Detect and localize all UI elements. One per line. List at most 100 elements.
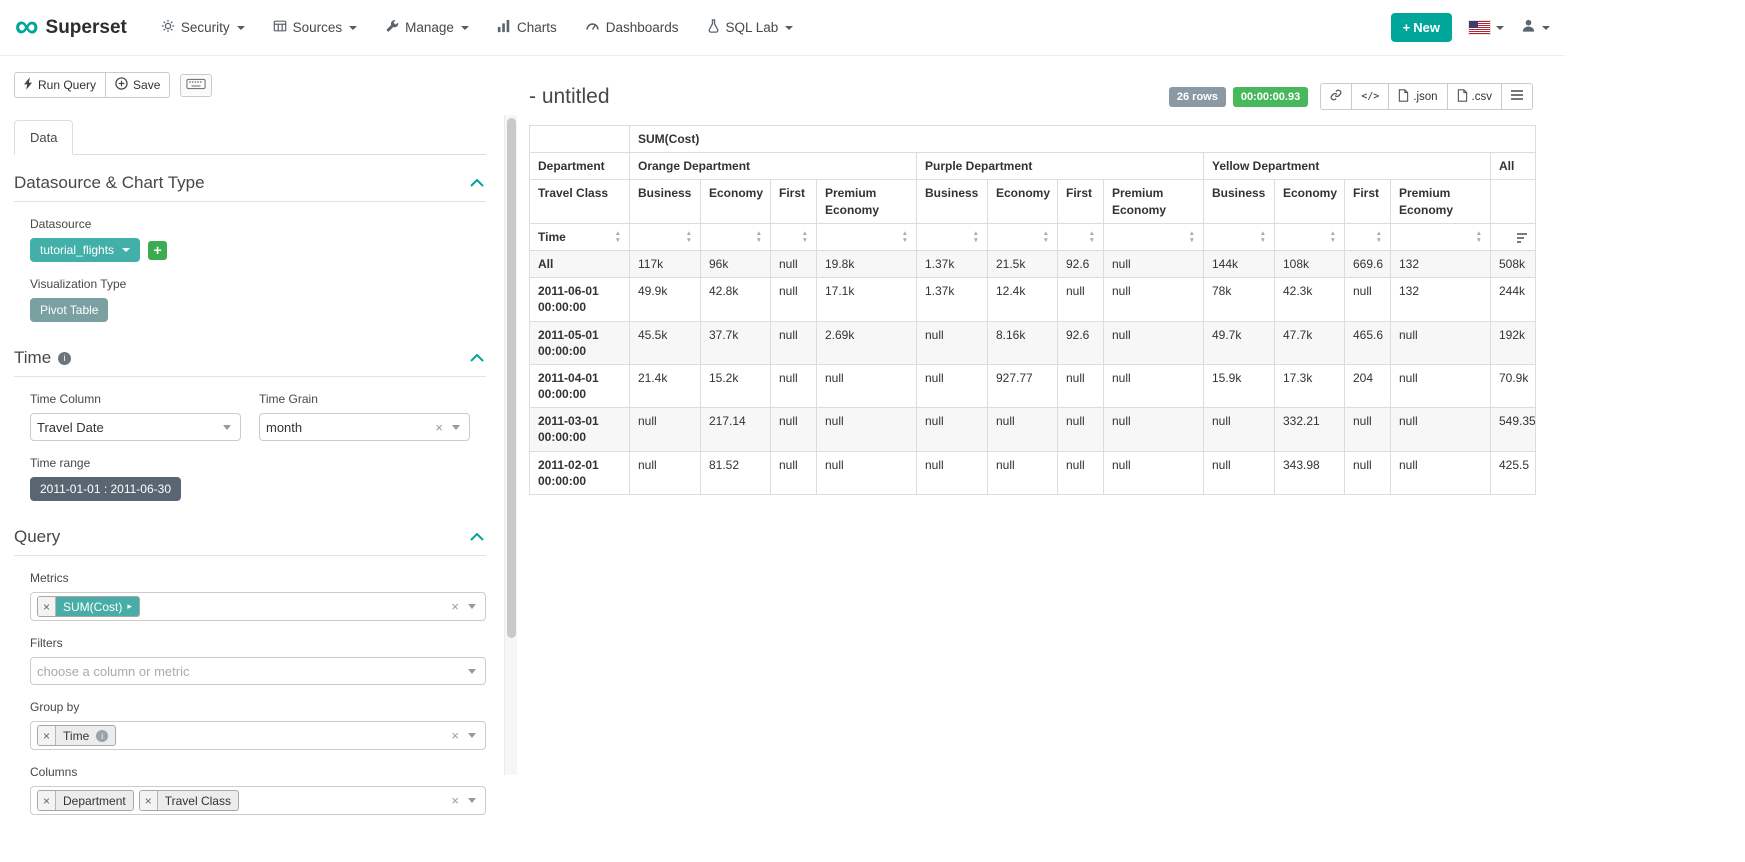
sort-icon[interactable]: ▲▼: [615, 231, 621, 245]
pivot-sort-cell: [1491, 223, 1536, 250]
chart-title[interactable]: - untitled: [529, 85, 610, 109]
pivot-cell: 47.7k: [1275, 321, 1345, 364]
chart-container: SUM(Cost)DepartmentOrange DepartmentPurp…: [517, 125, 1549, 495]
bar-chart-icon: [497, 19, 511, 36]
pivot-cell: 17.1k: [817, 278, 917, 321]
groupby-select[interactable]: × Timei ×: [30, 721, 486, 750]
filters-label: Filters: [30, 636, 486, 650]
column-token-label: Travel Class: [165, 794, 231, 808]
sort-icon[interactable]: ▲▼: [1189, 231, 1195, 245]
nav-item-label: Security: [181, 20, 230, 35]
time-grain-select[interactable]: month ×: [259, 413, 470, 441]
more-options-button[interactable]: [1501, 83, 1533, 110]
new-button[interactable]: +New: [1391, 13, 1452, 42]
run-query-button[interactable]: Run Query: [14, 72, 106, 98]
sort-icon[interactable]: ▲▼: [1260, 231, 1266, 245]
sort-icon[interactable]: ▲▼: [686, 231, 692, 245]
sort-icon[interactable]: ▲▼: [1089, 231, 1095, 245]
section-datasource-header: Datasource & Chart Type: [14, 173, 486, 202]
datasource-select[interactable]: tutorial_flights: [30, 238, 140, 262]
pivot-sort-cell: ▲▼: [701, 223, 771, 250]
clear-icon[interactable]: ×: [451, 794, 459, 807]
sort-icon[interactable]: ▲▼: [756, 231, 762, 245]
sort-icon[interactable]: ▲▼: [802, 231, 808, 245]
nav-item-manage[interactable]: Manage: [385, 19, 469, 36]
sort-icon[interactable]: ▲▼: [1376, 231, 1382, 245]
main-content: Run Query Save Data: [0, 56, 1565, 862]
nav-item-sources[interactable]: Sources: [273, 19, 358, 36]
metric-token[interactable]: × SUM(Cost)▸: [37, 596, 140, 617]
sort-amount-icon[interactable]: [1517, 233, 1527, 243]
remove-token-icon[interactable]: ×: [38, 791, 56, 810]
pivot-row: 2011-05-01 00:00:0045.5k37.7knull2.69knu…: [530, 321, 1536, 364]
pivot-group-header: Yellow Department: [1204, 153, 1491, 180]
nav-item-dashboards[interactable]: Dashboards: [585, 19, 679, 36]
sort-icon[interactable]: ▲▼: [1043, 231, 1049, 245]
tab-data[interactable]: Data: [14, 120, 73, 155]
remove-token-icon[interactable]: ×: [38, 726, 56, 745]
chevron-up-icon[interactable]: [470, 354, 484, 362]
column-token[interactable]: × Department: [37, 790, 134, 811]
time-range-select[interactable]: 2011-01-01 : 2011-06-30: [30, 477, 181, 501]
groupby-token[interactable]: × Timei: [37, 725, 116, 746]
viz-type-select[interactable]: Pivot Table: [30, 298, 108, 322]
panel-scrollbar[interactable]: [504, 115, 517, 775]
pivot-cell: null: [917, 451, 988, 494]
pivot-cell: 12.4k: [988, 278, 1058, 321]
pivot-row-header: All: [530, 250, 630, 277]
pivot-cell: null: [1345, 278, 1391, 321]
clear-icon[interactable]: ×: [451, 600, 459, 613]
pivot-cell: 15.2k: [701, 364, 771, 407]
chevron-up-icon[interactable]: [470, 533, 484, 541]
nav-item-sql-lab[interactable]: SQL Lab: [707, 19, 794, 36]
sort-icon[interactable]: ▲▼: [902, 231, 908, 245]
pivot-subcol-header: Premium Economy: [1104, 180, 1204, 223]
pivot-sort-cell: ▲▼: [1104, 223, 1204, 250]
save-button[interactable]: Save: [105, 72, 170, 98]
sort-icon[interactable]: ▲▼: [1330, 231, 1336, 245]
export-json-button[interactable]: .json: [1388, 83, 1447, 110]
chevron-up-icon[interactable]: [470, 179, 484, 187]
pivot-cell: 508k: [1491, 250, 1536, 277]
pivot-group-header: All: [1491, 153, 1536, 180]
clear-icon[interactable]: ×: [451, 729, 459, 742]
export-csv-button[interactable]: .csv: [1447, 83, 1502, 110]
keyboard-shortcuts-button[interactable]: [180, 74, 212, 97]
pivot-row-header: 2011-04-01 00:00:00: [530, 364, 630, 407]
caret-down-icon: [468, 604, 476, 609]
remove-token-icon[interactable]: ×: [140, 791, 158, 810]
remove-token-icon[interactable]: ×: [38, 597, 56, 616]
row-count-badge: 26 rows: [1169, 87, 1226, 107]
pivot-sort-cell: ▲▼: [1275, 223, 1345, 250]
caret-down-icon: [1542, 26, 1550, 30]
nav-item-charts[interactable]: Charts: [497, 19, 557, 36]
column-token[interactable]: × Travel Class: [139, 790, 239, 811]
pivot-cell: 15.9k: [1204, 364, 1275, 407]
section-time-header: Time i: [14, 348, 486, 377]
columns-select[interactable]: × Department × Travel Class ×: [30, 786, 486, 815]
user-menu[interactable]: [1521, 18, 1550, 38]
pivot-cell: null: [817, 408, 917, 451]
short-link-button[interactable]: [1320, 83, 1352, 110]
export-json-label: .json: [1413, 91, 1437, 103]
add-datasource-button[interactable]: +: [148, 241, 167, 260]
pivot-cell: null: [1104, 321, 1204, 364]
sort-icon[interactable]: ▲▼: [1476, 231, 1482, 245]
language-selector[interactable]: [1469, 21, 1504, 34]
viz-type-value: Pivot Table: [40, 303, 98, 317]
view-query-button[interactable]: </>: [1351, 83, 1389, 110]
clear-icon[interactable]: ×: [435, 421, 443, 434]
filters-select[interactable]: choose a column or metric: [30, 657, 486, 685]
pivot-cell: 42.8k: [701, 278, 771, 321]
metrics-select[interactable]: × SUM(Cost)▸ ×: [30, 592, 486, 621]
scrollbar-thumb[interactable]: [507, 118, 516, 638]
nav-item-security[interactable]: Security: [161, 19, 245, 36]
pivot-cell: null: [771, 451, 817, 494]
export-csv-label: .csv: [1472, 91, 1492, 103]
pivot-cell: 244k: [1491, 278, 1536, 321]
sort-icon[interactable]: ▲▼: [973, 231, 979, 245]
info-icon[interactable]: i: [58, 352, 71, 365]
time-column-select[interactable]: Travel Date: [30, 413, 241, 441]
pivot-cell: null: [771, 250, 817, 277]
brand[interactable]: ∞ Superset: [15, 16, 127, 39]
